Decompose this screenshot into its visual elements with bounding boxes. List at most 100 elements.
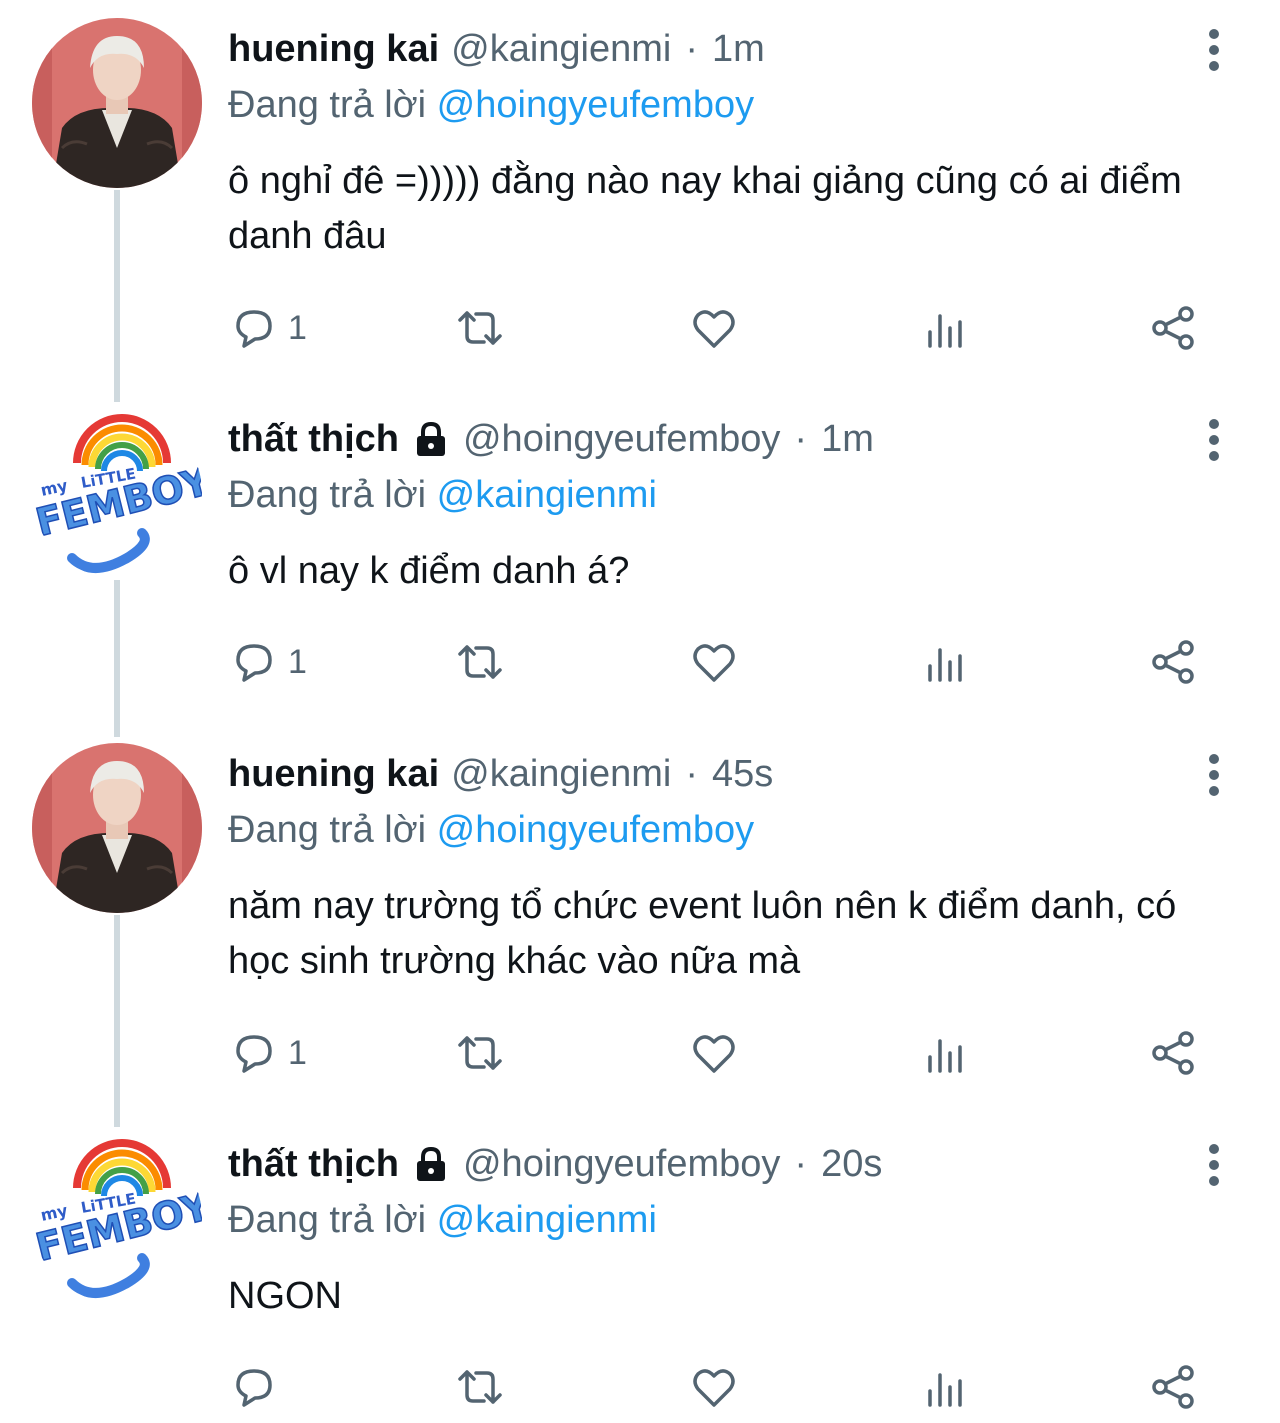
more-icon (1209, 1144, 1219, 1186)
more-icon (1209, 754, 1219, 796)
retweet-button[interactable] (454, 632, 506, 692)
tweet[interactable]: my LiTTLE FEMBOY thất thịch @hoingyeufem… (0, 390, 1280, 737)
reply-button[interactable]: 1 (228, 1023, 307, 1083)
replying-to-label: Đang trả lời (228, 809, 427, 851)
display-name[interactable]: thất thịch (228, 418, 399, 461)
thread-connector (114, 190, 120, 402)
username-handle[interactable]: @hoingyeufemboy (463, 1143, 780, 1186)
reply-count: 1 (288, 1033, 307, 1072)
like-icon (693, 1369, 735, 1407)
avatar[interactable] (32, 18, 202, 188)
views-button[interactable] (918, 1023, 970, 1083)
tweet-header: thất thịch @hoingyeufemboy · 1m (228, 414, 874, 464)
views-button[interactable] (918, 632, 970, 692)
replying-to: Đang trả lời @hoingyeufemboy (228, 84, 754, 127)
retweet-button[interactable] (454, 1357, 506, 1417)
separator-dot: · (794, 1142, 808, 1185)
views-icon (928, 1039, 962, 1073)
views-button[interactable] (918, 1357, 970, 1417)
retweet-icon (458, 311, 502, 345)
views-icon (928, 648, 962, 682)
like-button[interactable] (688, 298, 740, 358)
username-handle[interactable]: @hoingyeufemboy (463, 418, 780, 461)
replying-to-label: Đang trả lời (228, 84, 427, 126)
tweet[interactable]: my LiTTLE FEMBOY thất thịch @hoingyeufem… (0, 1115, 1280, 1423)
more-icon (1209, 419, 1219, 461)
timestamp[interactable]: 20s (821, 1143, 882, 1186)
share-button[interactable] (1148, 632, 1200, 692)
separator-dot: · (685, 752, 699, 795)
tweet-header: huening kai @kaingienmi · 1m (228, 24, 765, 74)
reply-mention-link[interactable]: @kaingienmi (437, 1199, 657, 1241)
action-bar: 1 (228, 1023, 1228, 1083)
thread-connector (114, 580, 120, 737)
reply-mention-link[interactable]: @kaingienmi (437, 474, 657, 516)
share-button[interactable] (1148, 1023, 1200, 1083)
like-button[interactable] (688, 1357, 740, 1417)
display-name[interactable]: huening kai (228, 28, 439, 71)
retweet-icon (458, 1370, 502, 1404)
more-options-button[interactable] (1200, 28, 1228, 72)
tweet[interactable]: huening kai @kaingienmi · 1m Đang trả lờ… (0, 0, 1280, 402)
views-icon (928, 1373, 962, 1407)
conversation-thread: huening kai @kaingienmi · 1m Đang trả lờ… (0, 0, 1280, 1423)
thread-connector (114, 915, 120, 1127)
replying-to: Đang trả lời @hoingyeufemboy (228, 809, 754, 852)
share-button[interactable] (1148, 1357, 1200, 1417)
action-bar (228, 1357, 1228, 1417)
reply-icon (236, 1369, 272, 1407)
reply-icon (236, 644, 272, 682)
share-icon (1152, 640, 1194, 684)
retweet-button[interactable] (454, 1023, 506, 1083)
share-button[interactable] (1148, 298, 1200, 358)
more-options-button[interactable] (1200, 1143, 1228, 1187)
tweet-text: ô vl nay k điểm danh á? (228, 550, 630, 592)
reply-count: 1 (288, 308, 307, 347)
like-button[interactable] (688, 632, 740, 692)
username-handle[interactable]: @kaingienmi (451, 753, 671, 796)
share-icon (1152, 1031, 1194, 1075)
reply-mention-link[interactable]: @hoingyeufemboy (437, 809, 754, 851)
tweet-header: thất thịch @hoingyeufemboy · 20s (228, 1139, 882, 1189)
avatar[interactable] (32, 743, 202, 913)
share-icon (1152, 306, 1194, 350)
reply-icon (236, 310, 272, 348)
retweet-icon (458, 1036, 502, 1070)
display-name[interactable]: thất thịch (228, 1143, 399, 1186)
avatar[interactable]: my LiTTLE FEMBOY (32, 1133, 202, 1303)
views-icon (928, 314, 962, 348)
tweet-text: ô nghỉ đê =))))) đằng nào nay khai giảng… (228, 160, 1182, 257)
lock-icon (416, 1146, 445, 1181)
lock-icon (416, 421, 445, 456)
display-name[interactable]: huening kai (228, 753, 439, 796)
timestamp[interactable]: 45s (712, 753, 773, 796)
reply-icon (236, 1035, 272, 1073)
more-icon (1209, 29, 1219, 71)
separator-dot: · (794, 417, 808, 460)
replying-to-label: Đang trả lời (228, 1199, 427, 1241)
replying-to: Đang trả lời @kaingienmi (228, 474, 657, 517)
like-button[interactable] (688, 1023, 740, 1083)
replying-to: Đang trả lời @kaingienmi (228, 1199, 657, 1242)
more-options-button[interactable] (1200, 753, 1228, 797)
tweet[interactable]: huening kai @kaingienmi · 45s Đang trả l… (0, 725, 1280, 1127)
tweet-text: năm nay trường tổ chức event luôn nên k … (228, 885, 1177, 982)
retweet-button[interactable] (454, 298, 506, 358)
reply-mention-link[interactable]: @hoingyeufemboy (437, 84, 754, 126)
tweet-header: huening kai @kaingienmi · 45s (228, 749, 773, 799)
more-options-button[interactable] (1200, 418, 1228, 462)
action-bar: 1 (228, 632, 1228, 692)
reply-button[interactable]: 1 (228, 632, 307, 692)
action-bar: 1 (228, 298, 1228, 358)
timestamp[interactable]: 1m (821, 418, 874, 461)
username-handle[interactable]: @kaingienmi (451, 28, 671, 71)
avatar[interactable]: my LiTTLE FEMBOY (32, 408, 202, 578)
tweet-text: NGON (228, 1275, 342, 1317)
like-icon (693, 310, 735, 348)
timestamp[interactable]: 1m (712, 28, 765, 71)
reply-button[interactable]: 1 (228, 298, 307, 358)
reply-button[interactable] (228, 1357, 288, 1417)
retweet-icon (458, 645, 502, 679)
share-icon (1152, 1365, 1194, 1409)
views-button[interactable] (918, 298, 970, 358)
